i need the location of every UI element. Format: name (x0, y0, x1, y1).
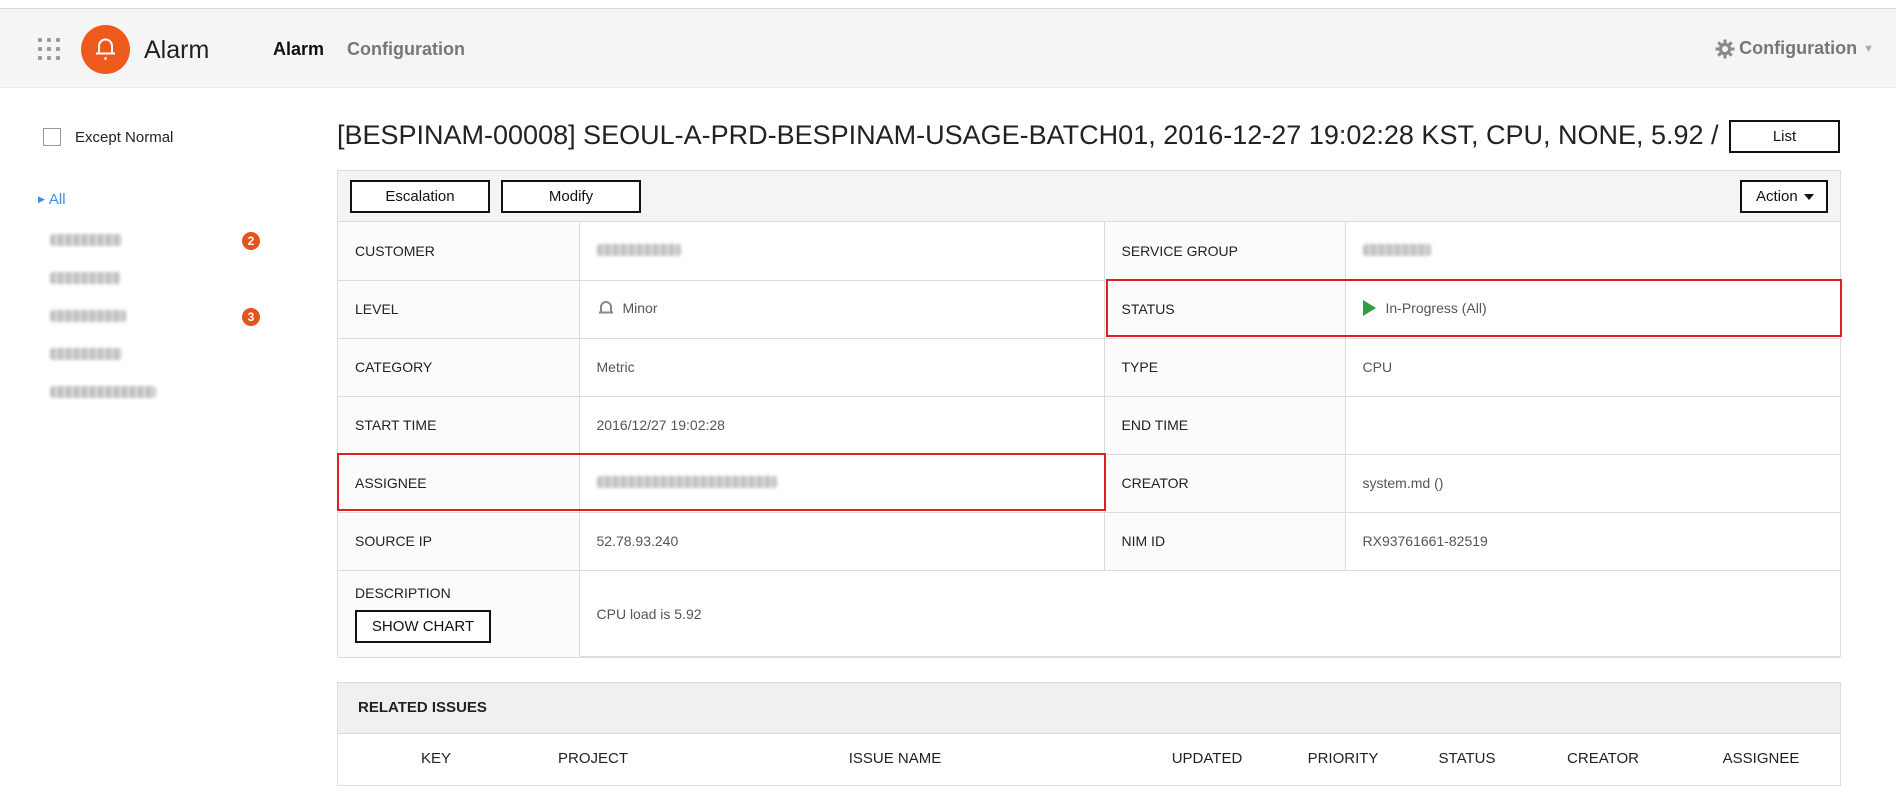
type-label: TYPE (1103, 337, 1346, 397)
tree-item-all[interactable]: ▶ All (38, 191, 66, 208)
column-header-project[interactable]: PROJECT (558, 750, 628, 767)
triangle-right-icon: ▶ (38, 194, 45, 204)
column-header-assignee[interactable]: ASSIGNEE (1723, 750, 1800, 767)
tree-item[interactable] (50, 347, 122, 363)
service-group-value (1344, 222, 1840, 281)
nav-tab-alarm[interactable]: Alarm (273, 39, 324, 60)
start-time-value: 2016/12/27 19:02:28 (578, 395, 1105, 455)
column-header-status[interactable]: STATUS (1439, 750, 1496, 767)
count-badge: 2 (242, 232, 260, 250)
creator-label: CREATOR (1103, 453, 1346, 513)
chevron-down-icon: ▼ (1863, 42, 1874, 55)
redacted-value (1362, 243, 1431, 256)
play-icon (1362, 299, 1376, 316)
related-issues-panel: RELATED ISSUES KEY PROJECT ISSUE NAME UP… (337, 682, 1841, 786)
table-row: START TIME 2016/12/27 19:02:28 END TIME (338, 395, 1840, 455)
related-issues-title: RELATED ISSUES (338, 683, 1840, 734)
end-time-value (1344, 395, 1840, 455)
status-text: In-Progress (All) (1385, 299, 1487, 316)
tree-item[interactable] (50, 309, 126, 325)
level-label: LEVEL (338, 279, 580, 339)
customer-value (578, 222, 1105, 281)
modify-button[interactable]: Modify (501, 180, 641, 213)
tree-item-all-label: All (48, 191, 66, 208)
redacted-label (50, 348, 122, 360)
column-header-updated[interactable]: UPDATED (1172, 750, 1243, 767)
action-dropdown-label: Action (1756, 188, 1798, 205)
creator-value: system.md () (1344, 453, 1840, 513)
end-time-label: END TIME (1103, 395, 1346, 455)
level-value: Minor (578, 279, 1105, 339)
detail-toolbar: Escalation Modify Action (338, 171, 1840, 222)
column-header-key[interactable]: KEY (421, 750, 451, 767)
action-dropdown[interactable]: Action (1740, 180, 1828, 213)
table-row: DESCRIPTION SHOW CHART CPU load is 5.92 (338, 569, 1840, 658)
source-ip-value: 52.78.93.240 (578, 511, 1105, 571)
description-cell: DESCRIPTION SHOW CHART (338, 569, 580, 658)
alarm-detail-table: CUSTOMER SERVICE GROUP LEVEL Minor STATU… (338, 222, 1840, 658)
alarm-detail-panel: Escalation Modify Action CUSTOMER SERVIC… (337, 170, 1841, 658)
app-launcher-icon[interactable] (38, 38, 62, 62)
category-label: CATEGORY (338, 337, 580, 397)
service-group-label: SERVICE GROUP (1103, 222, 1346, 281)
app-title: Alarm (144, 36, 210, 64)
except-normal-label: Except Normal (75, 128, 174, 146)
except-normal-checkbox[interactable] (43, 128, 61, 146)
table-row: LEVEL Minor STATUS In-Progress (All) (338, 279, 1840, 339)
app-header: Alarm Alarm Configuration Configuration … (0, 9, 1896, 88)
alarm-logo (81, 25, 130, 74)
assignee-value (578, 453, 1105, 513)
table-row: CUSTOMER SERVICE GROUP (338, 222, 1840, 281)
nim-id-value: RX93761661-82519 (1344, 511, 1840, 571)
status-label: STATUS (1103, 279, 1346, 339)
customer-label: CUSTOMER (338, 222, 580, 281)
source-ip-label: SOURCE IP (338, 511, 580, 571)
configuration-menu-label: Configuration (1739, 38, 1858, 58)
redacted-label (50, 310, 126, 322)
nim-id-label: NIM ID (1103, 511, 1346, 571)
description-label: DESCRIPTION (355, 584, 451, 601)
nav-tab-configuration[interactable]: Configuration (347, 39, 465, 60)
tree-item[interactable] (50, 385, 156, 401)
count-badge: 3 (242, 308, 260, 326)
redacted-label (50, 386, 156, 398)
table-row: CATEGORY Metric TYPE CPU (338, 337, 1840, 397)
show-chart-button[interactable]: SHOW CHART (355, 609, 491, 643)
gear-icon (1715, 39, 1735, 58)
except-normal-filter[interactable]: Except Normal (43, 128, 173, 146)
column-header-creator[interactable]: CREATOR (1567, 750, 1639, 767)
configuration-menu[interactable]: Configuration ▼ (1715, 38, 1874, 59)
status-value: In-Progress (All) (1344, 279, 1840, 339)
list-button[interactable]: List (1729, 120, 1840, 153)
table-row: SOURCE IP 52.78.93.240 NIM ID RX93761661… (338, 511, 1840, 571)
table-row: ASSIGNEE CREATOR system.md () (338, 453, 1840, 513)
assignee-label: ASSIGNEE (338, 453, 580, 513)
column-header-priority[interactable]: PRIORITY (1308, 750, 1379, 767)
level-text: Minor (622, 299, 658, 316)
caret-down-icon (1804, 194, 1814, 200)
tree-item[interactable] (50, 271, 120, 287)
bell-outline-icon (598, 300, 613, 313)
redacted-label (50, 234, 122, 246)
redacted-value (596, 476, 777, 488)
tree-item[interactable] (50, 233, 122, 249)
category-value: Metric (578, 337, 1105, 397)
redacted-label (50, 272, 120, 284)
description-value: CPU load is 5.92 (578, 569, 1840, 658)
start-time-label: START TIME (338, 395, 580, 455)
bell-icon (96, 38, 115, 60)
column-header-issue-name[interactable]: ISSUE NAME (849, 750, 942, 767)
escalation-button[interactable]: Escalation (350, 180, 490, 213)
alarm-title: [BESPINAM-00008] SEOUL-A-PRD-BESPINAM-US… (337, 120, 1727, 150)
related-issues-header-row: KEY PROJECT ISSUE NAME UPDATED PRIORITY … (338, 734, 1840, 784)
redacted-value (596, 243, 681, 256)
type-value: CPU (1344, 337, 1840, 397)
